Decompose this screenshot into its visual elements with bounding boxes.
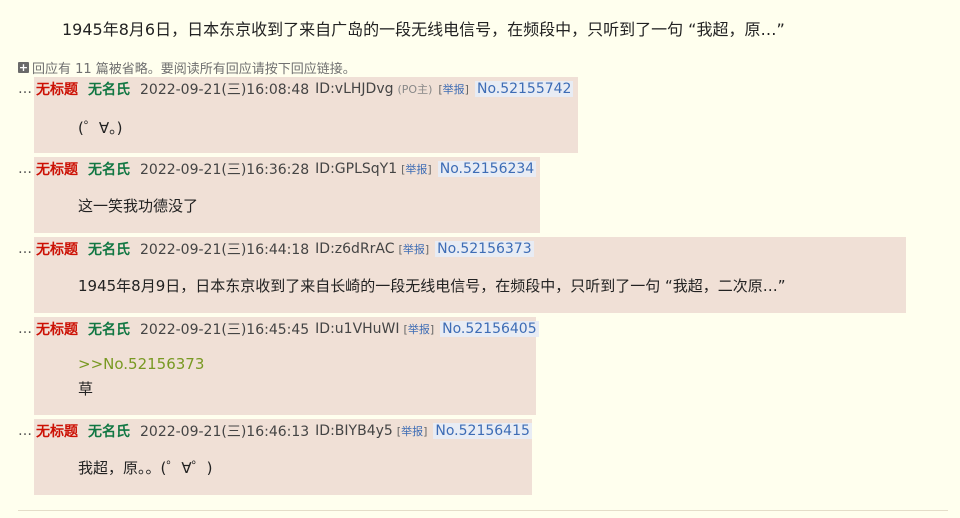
reply-indent-dots: …	[18, 161, 32, 177]
reply-datetime: 2022-09-21(三)16:44:18	[140, 242, 310, 258]
report-link[interactable]: [举报]	[401, 161, 432, 177]
reply-post: … 无标题 无名氏 2022-09-21(三)16:08:48 ID:vLHJD…	[18, 77, 578, 153]
post-number-link[interactable]: No.52155742	[474, 81, 574, 97]
reply-user-id: ID:u1VHuWI	[315, 321, 400, 337]
report-link-label[interactable]: 举报	[405, 163, 427, 176]
reply-post: … 无标题 无名氏 2022-09-21(三)16:44:18 ID:z6dRr…	[18, 237, 906, 313]
reply-post: … 无标题 无名氏 2022-09-21(三)16:46:13 ID:BIYB4…	[18, 419, 532, 495]
reply-post: … 无标题 无名氏 2022-09-21(三)16:45:45 ID:u1VHu…	[18, 317, 539, 415]
reply-author-name: 无名氏	[88, 242, 130, 258]
reply-body-text: 这一笑我功德没了	[78, 197, 199, 215]
report-link[interactable]: [举报]	[399, 241, 430, 257]
reply-title: 无标题	[36, 242, 78, 258]
reply-title: 无标题	[36, 424, 78, 440]
reply-author-name: 无名氏	[88, 424, 130, 440]
reply-header: 无标题 无名氏 2022-09-21(三)16:36:28 ID:GPLSqY1…	[36, 159, 537, 179]
post-number-link[interactable]: No.52156405	[440, 321, 539, 337]
po-badge: (PO主)	[397, 83, 433, 96]
reply-indent-dots: …	[18, 241, 32, 257]
reply-header: 无标题 无名氏 2022-09-21(三)16:45:45 ID:u1VHuWI…	[36, 319, 539, 339]
reply-post: … 无标题 无名氏 2022-09-21(三)16:36:28 ID:GPLSq…	[18, 157, 540, 233]
reply-datetime: 2022-09-21(三)16:45:45	[140, 322, 310, 338]
report-link-label[interactable]: 举报	[401, 425, 423, 438]
reply-header: 无标题 无名氏 2022-09-21(三)16:44:18 ID:z6dRrAC…	[36, 239, 534, 259]
reply-title: 无标题	[36, 322, 78, 338]
post-number-link[interactable]: No.52156373	[435, 241, 534, 257]
reply-author-name: 无名氏	[88, 82, 130, 98]
omitted-replies-notice[interactable]: + 回应有 11 篇被省略。要阅读所有回应请按下回应链接。	[18, 58, 356, 77]
reply-user-id: ID:vLHJDvg	[315, 81, 394, 97]
reply-indent-dots: …	[18, 423, 32, 439]
reply-indent-dots: …	[18, 321, 32, 337]
quote-link[interactable]: >>No.52156373	[78, 355, 204, 373]
post-number-link[interactable]: No.52156415	[433, 423, 532, 439]
reply-datetime: 2022-09-21(三)16:46:13	[140, 424, 310, 440]
reply-body-text: 1945年8月9日，日本东京收到了来自长崎的一段无线电信号，在频段中，只听到了一…	[78, 277, 786, 295]
reply-user-id: ID:BIYB4y5	[315, 423, 393, 439]
reply-header: 无标题 无名氏 2022-09-21(三)16:08:48 ID:vLHJDvg…	[36, 79, 574, 99]
op-post-text: 1945年8月6日，日本东京收到了来自广岛的一段无线电信号，在频段中，只听到了一…	[62, 20, 785, 39]
reply-user-id: ID:GPLSqY1	[315, 161, 398, 177]
report-link-label[interactable]: 举报	[443, 83, 465, 96]
report-link[interactable]: [举报]	[397, 423, 428, 439]
reply-user-id: ID:z6dRrAC	[315, 241, 395, 257]
reply-title: 无标题	[36, 82, 78, 98]
post-number-link[interactable]: No.52156234	[437, 161, 537, 177]
reply-body-text: 草	[78, 380, 94, 398]
reply-datetime: 2022-09-21(三)16:36:28	[140, 162, 310, 178]
report-link-label[interactable]: 举报	[408, 323, 430, 336]
report-link-label[interactable]: 举报	[403, 243, 425, 256]
reply-author-name: 无名氏	[88, 322, 130, 338]
report-link[interactable]: [举报]	[404, 321, 435, 337]
reply-header: 无标题 无名氏 2022-09-21(三)16:46:13 ID:BIYB4y5…	[36, 421, 532, 441]
plus-square-icon[interactable]: +	[18, 62, 29, 73]
divider	[18, 510, 948, 511]
reply-body-text: (゜∀。)	[78, 119, 123, 137]
reply-datetime: 2022-09-21(三)16:08:48	[140, 82, 310, 98]
reply-indent-dots: …	[18, 81, 32, 97]
reply-author-name: 无名氏	[88, 162, 130, 178]
omitted-replies-text: 回应有 11 篇被省略。要阅读所有回应请按下回应链接。	[32, 62, 356, 77]
report-link[interactable]: [举报]	[438, 81, 469, 97]
reply-title: 无标题	[36, 162, 78, 178]
reply-body-text: 我超，原。。(゜∀゜)	[78, 459, 213, 477]
